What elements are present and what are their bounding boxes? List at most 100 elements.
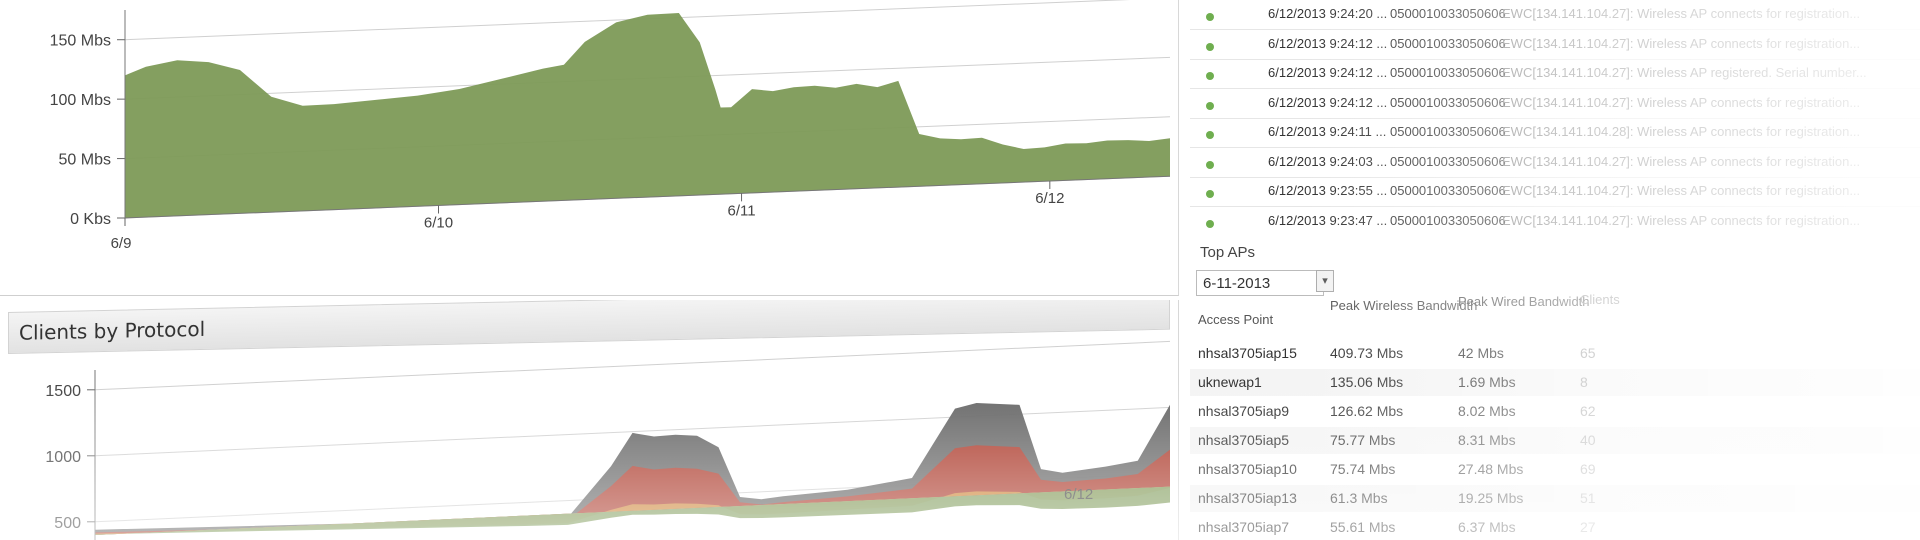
column-header-peak-wireless[interactable]: Peak Wireless Bandwidth <box>1330 298 1477 313</box>
event-serial: 0500010033050606 <box>1390 35 1506 51</box>
event-time: 6/12/2013 9:24:11 ... <box>1268 124 1387 139</box>
clients-by-protocol-panel: Clients by Protocol 500 1000 1500 6/12 <box>0 300 1179 540</box>
status-ok-icon <box>1206 131 1214 139</box>
y-tick-label: 1500 <box>45 383 81 400</box>
ap-name: uknewap1 <box>1198 374 1262 390</box>
top-aps-panel: Top APs 6-11-2013 ▾ Access Point Peak Wi… <box>1190 230 1920 540</box>
status-ok-icon <box>1206 101 1214 110</box>
event-message: EWC[134.141.104.27]: Wireless AP connect… <box>1502 183 1861 198</box>
y-tick-label: 0 Kbs <box>70 211 111 228</box>
y-tick-label: 500 <box>54 515 81 532</box>
calendar-icon[interactable]: ▾ <box>1316 270 1334 292</box>
event-serial: 0500010033050606 <box>1390 153 1506 169</box>
table-row[interactable]: 6/12/2013 9:24:12 ... 0500010033050606 EWC… <box>1190 65 1920 94</box>
ap-clients: 40 <box>1580 432 1596 448</box>
event-time: 6/12/2013 9:23:47 ... <box>1268 212 1388 228</box>
ap-name: nhsal3705iap9 <box>1198 403 1290 419</box>
status-ok-icon <box>1206 219 1214 228</box>
x-tick-label: 6/12 <box>1064 486 1093 503</box>
column-header-access-point[interactable]: Access Point <box>1198 312 1273 327</box>
ap-name: nhsal3705iap15 <box>1198 345 1297 361</box>
table-row[interactable]: uknewap1 135.06 Mbs 1.69 Mbs 8 <box>1190 369 1920 396</box>
ap-peak-wired: 8.31 Mbs <box>1458 432 1516 448</box>
table-row[interactable]: nhsal3705iap15 409.73 Mbs 42 Mbs 65 <box>1190 340 1920 367</box>
ap-peak-wired: 27.48 Mbs <box>1458 461 1524 477</box>
row-divider <box>1190 206 1920 207</box>
table-row[interactable]: nhsal3705iap9 126.62 Mbs 8.02 Mbs 62 <box>1190 398 1920 425</box>
ap-peak-wireless: 126.62 Mbs <box>1330 403 1404 419</box>
table-row[interactable]: nhsal3705iap5 75.77 Mbs 8.31 Mbs 40 <box>1190 427 1920 454</box>
event-time: 6/12/2013 9:23:55 ... <box>1268 183 1388 198</box>
ap-name: nhsal3705iap10 <box>1198 461 1297 477</box>
table-row[interactable]: 6/12/2013 9:24:11 ... 0500010033050606 EWC… <box>1190 124 1920 153</box>
table-row[interactable]: 6/12/2013 9:23:47 ... 0500010033050606 EWC… <box>1190 213 1920 229</box>
event-serial: 0500010033050606 <box>1390 94 1506 110</box>
y-tick-label: 1000 <box>45 449 81 466</box>
x-tick-label: 6/12 <box>1035 190 1064 207</box>
row-divider <box>1190 176 1920 178</box>
ap-name: nhsal3705iap5 <box>1198 432 1290 448</box>
y-tick-label: 100 Mbs <box>50 92 111 109</box>
event-message: EWC[134.141.104.27]: Wireless AP connect… <box>1502 153 1861 169</box>
bandwidth-chart: 0 Kbs 50 Mbs 100 Mbs 150 Mbs 6/9 6/10 6/11 6/12 <box>50 0 1171 252</box>
ap-peak-wireless: 75.74 Mbs <box>1330 461 1396 477</box>
ap-name: nhsal3705iap7 <box>1198 519 1290 535</box>
table-row[interactable]: 6/12/2013 9:24:20 ... 0500010033050606 EWC… <box>1190 6 1920 35</box>
ap-clients: 65 <box>1580 345 1596 361</box>
table-row[interactable]: nhsal3705iap13 61.3 Mbs 19.25 Mbs 51 <box>1190 485 1920 512</box>
table-row[interactable]: nhsal3705iap7 55.61 Mbs 6.37 Mbs 27 <box>1190 514 1920 540</box>
bandwidth-area <box>125 13 1170 219</box>
row-divider <box>1190 29 1920 30</box>
event-serial: 0500010033050606 <box>1390 65 1506 80</box>
ap-peak-wireless: 409.73 Mbs <box>1330 345 1404 361</box>
top-aps-title: Top APs <box>1200 244 1256 261</box>
ap-name: nhsal3705iap13 <box>1198 490 1297 506</box>
column-header-clients[interactable]: Clients <box>1580 292 1620 307</box>
table-row[interactable]: nhsal3705iap10 75.74 Mbs 27.48 Mbs 69 <box>1190 456 1920 483</box>
ap-clients: 62 <box>1580 403 1596 419</box>
ap-clients: 69 <box>1580 461 1596 477</box>
event-serial: 0500010033050606 <box>1390 212 1506 228</box>
event-serial: 0500010033050606 <box>1390 6 1506 21</box>
date-input[interactable]: 6-11-2013 <box>1196 270 1324 296</box>
ap-peak-wired: 8.02 Mbs <box>1458 403 1516 419</box>
event-message: EWC[134.141.104.27]: Wireless AP connect… <box>1502 94 1861 110</box>
ap-peak-wired: 19.25 Mbs <box>1458 490 1524 506</box>
event-message: EWC[134.141.104.27]: Wireless AP registe… <box>1502 65 1867 80</box>
row-divider <box>1190 88 1920 89</box>
ap-clients: 8 <box>1580 374 1588 390</box>
table-row[interactable]: 6/12/2013 9:24:12 ... 0500010033050606 EWC… <box>1190 36 1920 65</box>
panel-title: Clients by Protocol <box>19 316 206 345</box>
event-serial: 0500010033050606 <box>1390 124 1506 139</box>
event-time: 6/12/2013 9:24:12 ... <box>1268 94 1388 110</box>
table-row[interactable]: 6/12/2013 9:24:03 ... 0500010033050606 EWC… <box>1190 154 1920 183</box>
ap-clients: 27 <box>1580 519 1596 535</box>
ap-peak-wired: 1.69 Mbs <box>1458 374 1516 390</box>
event-time: 6/12/2013 9:24:20 ... <box>1268 6 1388 21</box>
status-ok-icon <box>1206 13 1214 21</box>
table-row[interactable]: 6/12/2013 9:23:55 ... 0500010033050606 EWC… <box>1190 183 1920 212</box>
table-row[interactable]: 6/12/2013 9:24:12 ... 0500010033050606 EWC… <box>1190 95 1920 124</box>
event-time: 6/12/2013 9:24:12 ... <box>1268 35 1388 51</box>
x-tick-label: 6/10 <box>424 214 453 231</box>
ap-clients: 51 <box>1580 490 1596 506</box>
y-tick-label: 50 Mbs <box>59 152 111 169</box>
ap-peak-wired: 42 Mbs <box>1458 345 1504 361</box>
status-ok-icon <box>1206 72 1214 80</box>
ap-peak-wireless: 55.61 Mbs <box>1330 519 1396 535</box>
ap-peak-wireless: 61.3 Mbs <box>1330 490 1388 506</box>
event-message: EWC[134.141.104.28]: Wireless AP connect… <box>1502 124 1861 139</box>
column-header-peak-wired[interactable]: Peak Wired Bandwidth <box>1458 294 1590 309</box>
x-tick-label: 6/11 <box>728 202 756 219</box>
row-divider <box>1190 147 1920 148</box>
event-log-panel: 6/12/2013 9:24:20 ... 0500010033050606 EWC… <box>1190 0 1920 228</box>
event-serial: 0500010033050606 <box>1390 183 1506 198</box>
x-tick-label: 6/9 <box>111 235 132 252</box>
status-ok-icon <box>1206 42 1214 51</box>
event-time: 6/12/2013 9:24:12 ... <box>1268 65 1388 80</box>
ap-peak-wireless: 75.77 Mbs <box>1330 432 1396 448</box>
event-time: 6/12/2013 9:24:03 ... <box>1268 153 1388 169</box>
status-ok-icon <box>1206 160 1214 169</box>
status-ok-icon <box>1206 190 1214 198</box>
row-divider <box>1190 117 1920 119</box>
